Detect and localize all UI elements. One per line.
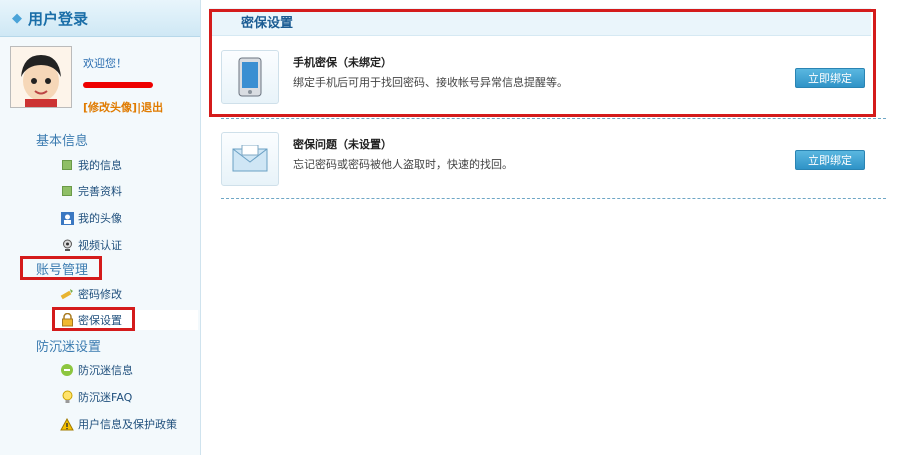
sidebar-item-my-avatar[interactable]: 我的头像 (60, 208, 122, 228)
sidebar-item-label[interactable]: 视频认证 (78, 237, 122, 253)
webcam-icon (60, 238, 74, 252)
phone-icon (238, 57, 262, 97)
sidebar-header-label: 用户登录 (28, 9, 89, 28)
sidebar-item-password-change[interactable]: 密码修改 (60, 284, 122, 304)
phone-security-title: 手机密保（未绑定） (293, 56, 392, 69)
sidebar: ◆ 用户登录 欢迎您！ [修改头像]|退出 基本信息 我的信息 完善资料 我的头… (0, 0, 201, 455)
highlight-box (20, 256, 102, 280)
logout-link[interactable]: |退出 (137, 101, 163, 114)
username-redacted (83, 82, 153, 88)
phone-security-desc: 绑定手机后可用于找回密码、接收帐号异常信息提醒等。 (293, 76, 568, 89)
security-question-desc: 忘记密码或密码被他人盗取时，快速的找回。 (293, 158, 513, 171)
game-icon (60, 363, 74, 377)
sidebar-item-label[interactable]: 防沉迷FAQ (78, 389, 132, 405)
section-anti-addiction: 防沉迷设置 (36, 340, 102, 355)
avatar[interactable] (10, 46, 72, 108)
divider (221, 118, 886, 119)
sidebar-item-label[interactable]: 密码修改 (78, 286, 122, 302)
sidebar-item-privacy-policy[interactable]: 用户信息及保护政策 (60, 414, 177, 434)
sidebar-item-my-info[interactable]: 我的信息 (60, 155, 122, 175)
warning-icon (60, 417, 74, 431)
main-panel: 密保设置 手机密保（未绑定） 绑定手机后可用于找回密码、接收帐号异常信息提醒等。… (201, 0, 900, 455)
phone-icon-box (221, 50, 279, 104)
sidebar-item-label[interactable]: 防沉迷信息 (78, 362, 133, 378)
sidebar-item-complete-info[interactable]: 完善资料 (60, 181, 122, 201)
sidebar-item-label[interactable]: 我的信息 (78, 157, 122, 173)
avatar-icon (11, 47, 71, 107)
key-pencil-icon (60, 287, 74, 301)
bulb-icon (60, 390, 74, 404)
sidebar-header: ◆ 用户登录 (0, 0, 200, 37)
security-question-card: 密保问题（未设置） 忘记密码或密码被他人盗取时，快速的找回。 立即绑定 (221, 122, 886, 200)
section-basic-info: 基本信息 (36, 134, 89, 149)
diamond-icon: ◆ (12, 10, 22, 26)
sidebar-item-anti-info[interactable]: 防沉迷信息 (60, 360, 133, 380)
sidebar-item-label[interactable]: 我的头像 (78, 210, 122, 226)
phone-security-card: 手机密保（未绑定） 绑定手机后可用于找回密码、接收帐号异常信息提醒等。 立即绑定 (221, 40, 886, 118)
bullet-icon (60, 158, 74, 172)
mail-icon-box (221, 132, 279, 186)
sidebar-item-label[interactable]: 用户信息及保护政策 (78, 416, 177, 432)
avatar-small-icon (60, 211, 74, 225)
mail-icon (232, 145, 268, 172)
welcome-text: 欢迎您！ (83, 57, 127, 70)
sidebar-item-video-verify[interactable]: 视频认证 (60, 235, 122, 255)
edit-avatar-link[interactable]: [修改头像]|退出 (83, 99, 163, 115)
bind-question-button[interactable]: 立即绑定 (795, 150, 865, 170)
bullet-icon (60, 184, 74, 198)
highlight-box (52, 307, 135, 331)
sidebar-item-label[interactable]: 完善资料 (78, 183, 122, 199)
edit-avatar-label[interactable]: [修改头像] (83, 101, 137, 114)
divider (221, 198, 886, 199)
bind-phone-button[interactable]: 立即绑定 (795, 68, 865, 88)
sidebar-item-anti-faq[interactable]: 防沉迷FAQ (60, 387, 132, 407)
security-question-title: 密保问题（未设置） (293, 138, 392, 151)
